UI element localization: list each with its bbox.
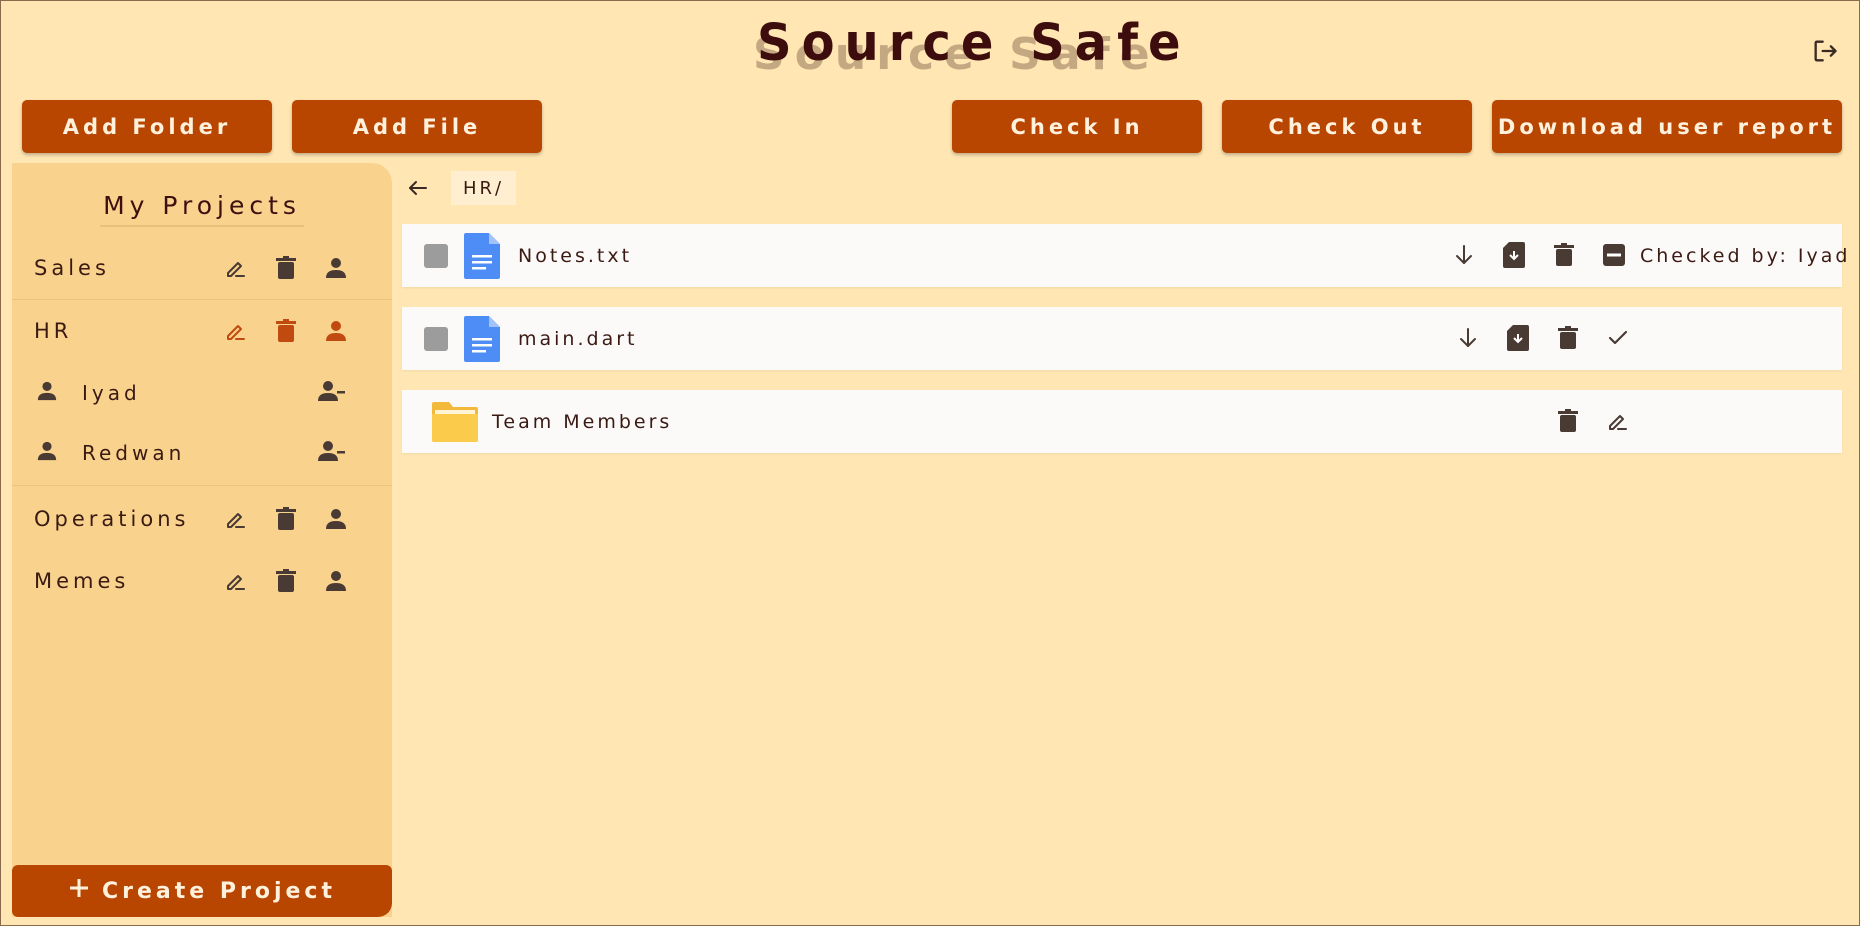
- document-icon: [464, 316, 500, 366]
- create-project-label: Create Project: [102, 878, 336, 904]
- member-item-iyad: Iyad: [12, 366, 392, 420]
- person-icon[interactable]: [320, 565, 352, 597]
- projects-sidebar: My Projects Sales HR Iyad Redwan Operati…: [12, 163, 392, 917]
- folder-name: Team Members: [492, 410, 673, 433]
- divider: [12, 485, 392, 486]
- checked-out-indicator-icon: [1598, 239, 1630, 271]
- edit-icon[interactable]: [220, 315, 252, 347]
- member-item-redwan: Redwan: [12, 426, 392, 480]
- document-icon: [464, 233, 500, 283]
- add-file-button[interactable]: Add File: [292, 100, 542, 153]
- person-icon: [36, 380, 58, 406]
- person-icon[interactable]: [320, 252, 352, 284]
- file-row[interactable]: main.dart: [402, 307, 1842, 370]
- checked-by-status: Checked by: Iyad: [1640, 244, 1851, 267]
- remove-member-icon[interactable]: [318, 379, 346, 407]
- project-label: Sales: [34, 256, 110, 280]
- back-arrow-icon[interactable]: [403, 173, 433, 203]
- sidebar-item-hr[interactable]: HR: [12, 303, 392, 359]
- edit-icon[interactable]: [220, 503, 252, 535]
- add-folder-button[interactable]: Add Folder: [22, 100, 272, 153]
- app-window: Source Safe Source Safe Add Folder Add F…: [0, 0, 1860, 926]
- download-icon[interactable]: [1452, 322, 1484, 354]
- remove-member-icon[interactable]: [318, 439, 346, 467]
- sidebar-item-operations[interactable]: Operations: [12, 491, 392, 547]
- member-name: Iyad: [82, 381, 141, 405]
- person-icon[interactable]: [320, 315, 352, 347]
- edit-icon[interactable]: [220, 565, 252, 597]
- check-icon: [1602, 322, 1634, 354]
- trash-icon[interactable]: [1548, 239, 1580, 271]
- app-title-text: Source Safe: [757, 13, 1191, 73]
- trash-icon[interactable]: [270, 252, 302, 284]
- logout-icon[interactable]: [1809, 35, 1841, 67]
- project-label: Operations: [34, 507, 190, 531]
- folder-icon: [432, 400, 478, 446]
- plus-icon: [68, 877, 90, 905]
- file-download-icon[interactable]: [1498, 239, 1530, 271]
- divider: [12, 299, 392, 300]
- person-icon[interactable]: [320, 503, 352, 535]
- download-icon[interactable]: [1448, 239, 1480, 271]
- create-project-button[interactable]: Create Project: [12, 865, 392, 917]
- person-icon: [36, 440, 58, 466]
- trash-icon[interactable]: [270, 315, 302, 347]
- sidebar-item-memes[interactable]: Memes: [12, 553, 392, 609]
- project-label: HR: [34, 319, 73, 343]
- check-out-button[interactable]: Check Out: [1222, 100, 1472, 153]
- sidebar-title-underline: [100, 225, 304, 227]
- check-in-button[interactable]: Check In: [952, 100, 1202, 153]
- sidebar-title: My Projects: [103, 191, 301, 220]
- select-checkbox[interactable]: [424, 327, 448, 351]
- project-label: Memes: [34, 569, 130, 593]
- file-row[interactable]: Notes.txt Checked by: Iyad: [402, 224, 1847, 287]
- sidebar-item-sales[interactable]: Sales: [12, 240, 392, 296]
- edit-icon[interactable]: [220, 252, 252, 284]
- trash-icon[interactable]: [270, 503, 302, 535]
- trash-icon[interactable]: [1552, 405, 1584, 437]
- file-name: Notes.txt: [518, 244, 633, 267]
- trash-icon[interactable]: [270, 565, 302, 597]
- file-download-icon[interactable]: [1502, 322, 1534, 354]
- trash-icon[interactable]: [1552, 322, 1584, 354]
- select-checkbox[interactable]: [424, 244, 448, 268]
- member-name: Redwan: [82, 441, 186, 465]
- file-name: main.dart: [518, 327, 638, 350]
- app-title: Source Safe Source Safe: [741, 14, 1181, 85]
- download-user-report-button[interactable]: Download user report: [1492, 100, 1842, 153]
- breadcrumb: HR/: [451, 171, 517, 205]
- edit-icon[interactable]: [1602, 405, 1634, 437]
- folder-row[interactable]: Team Members: [402, 390, 1842, 453]
